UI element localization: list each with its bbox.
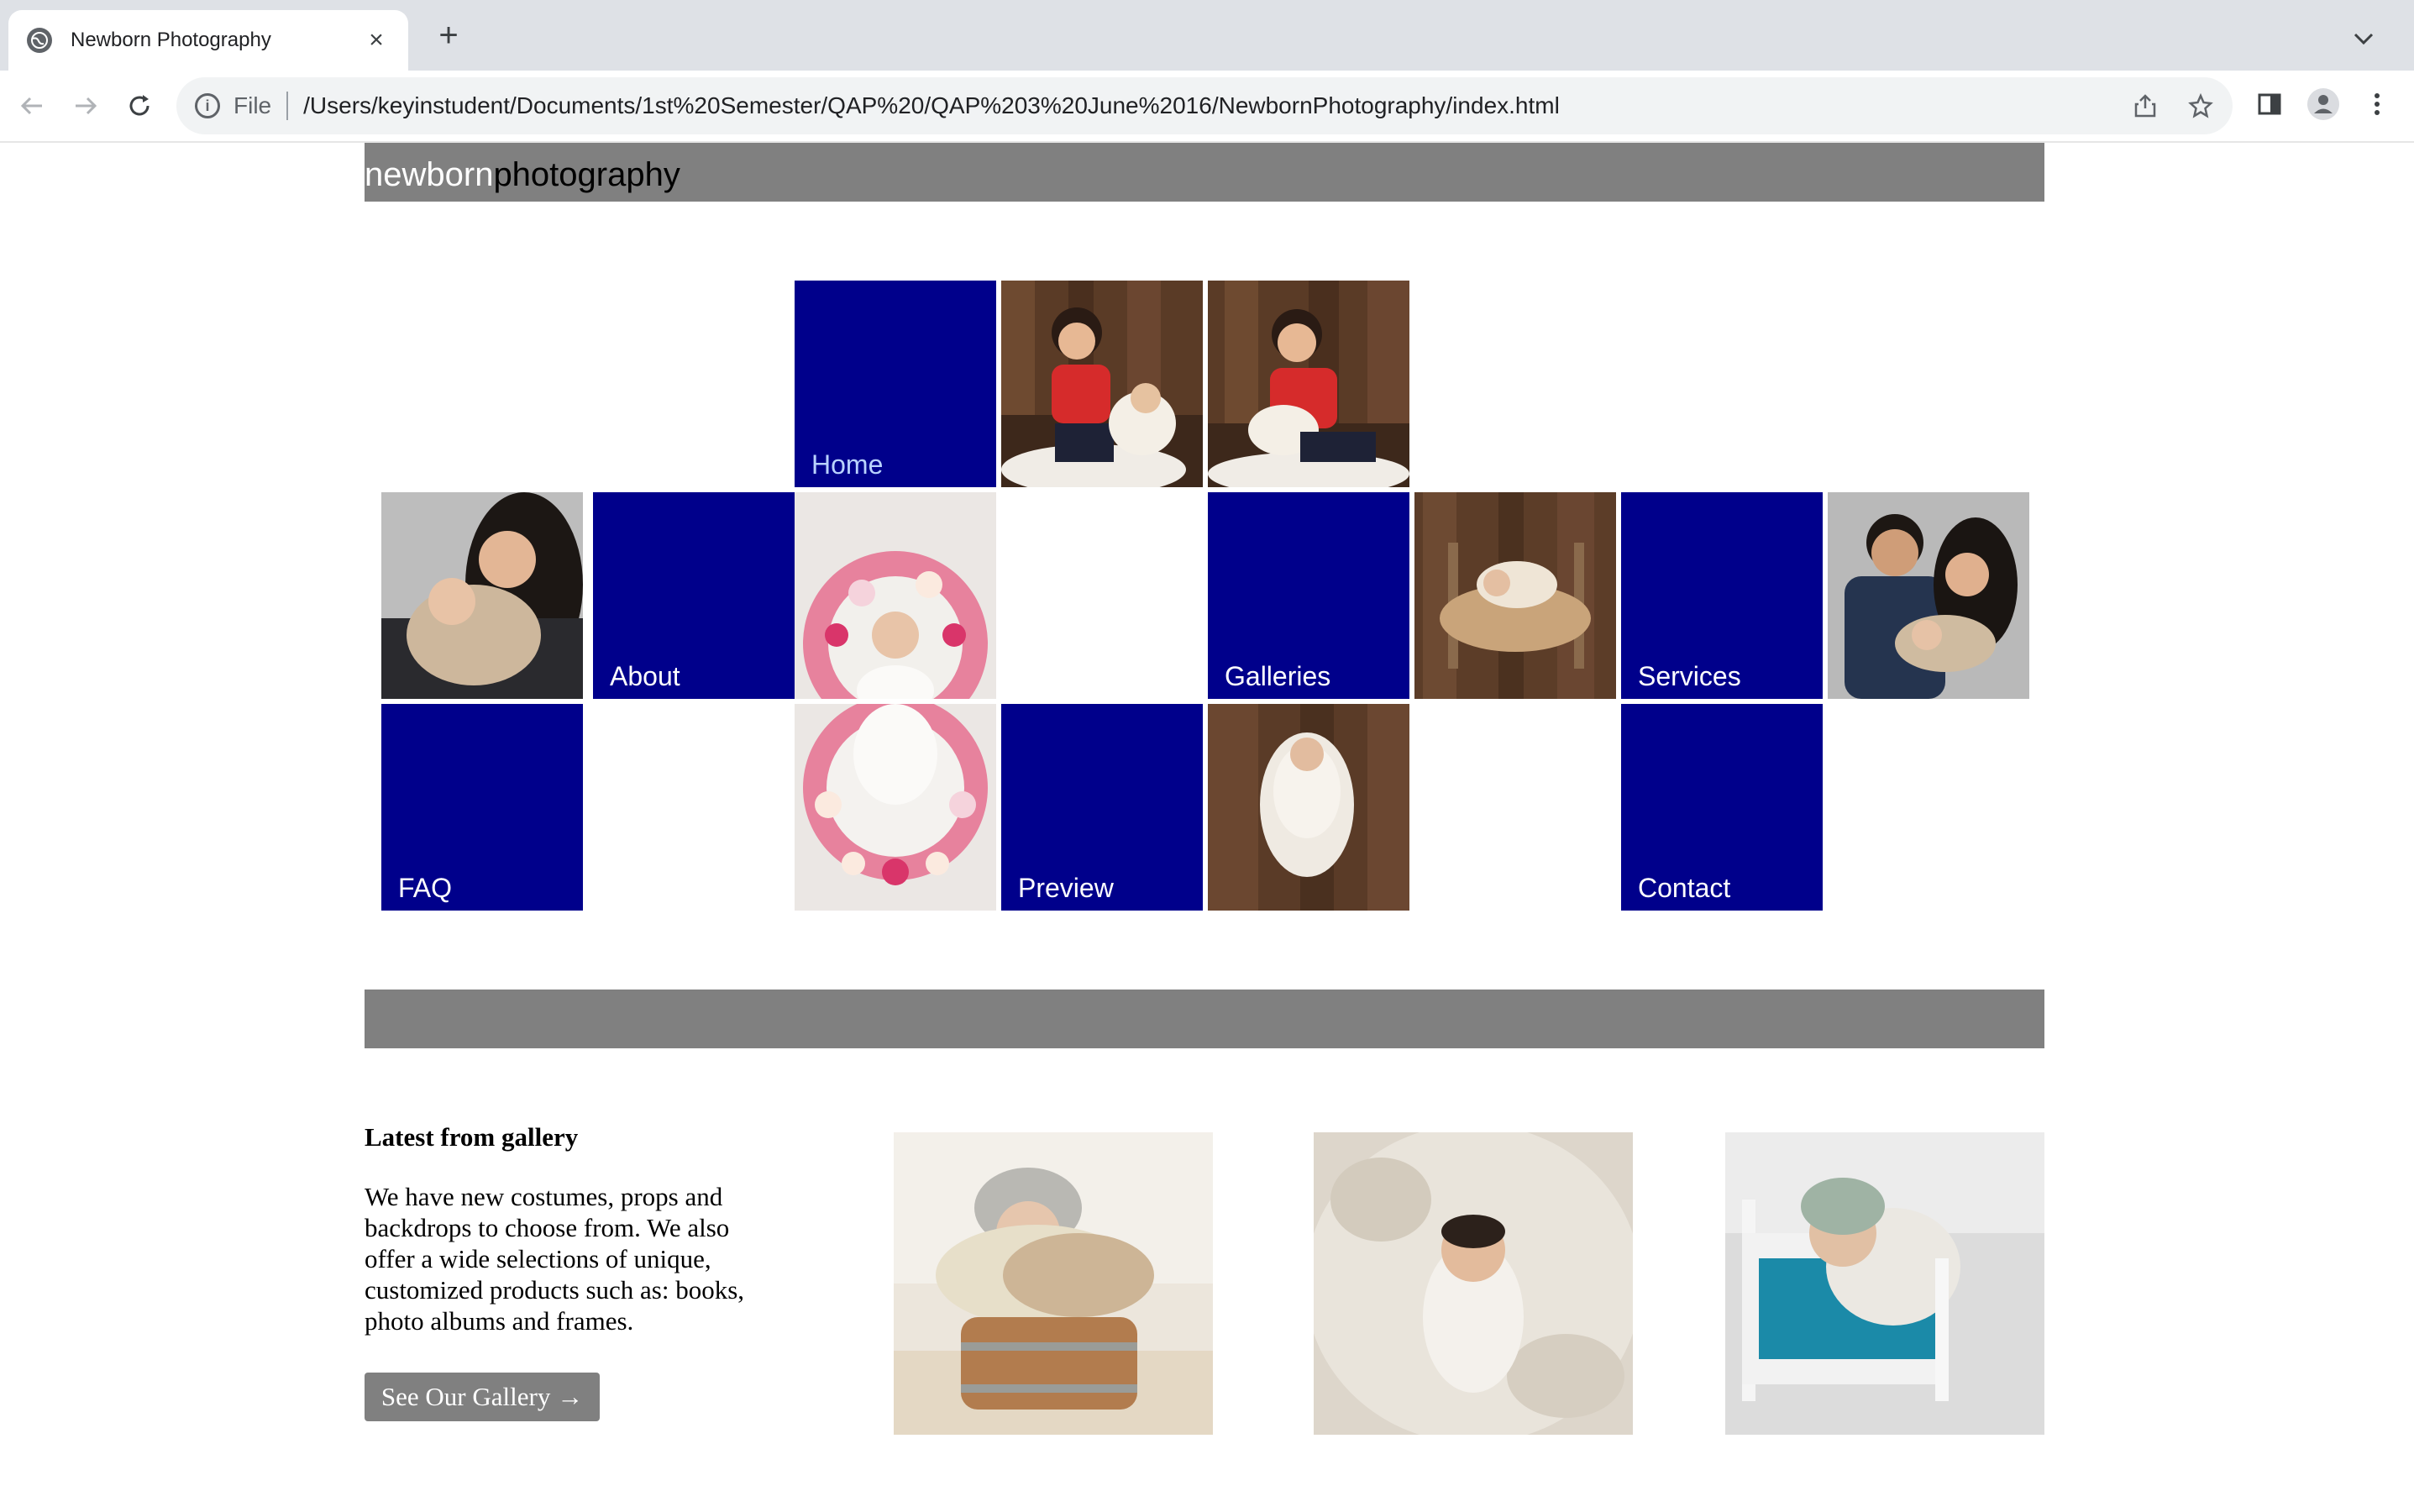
section-divider-bar bbox=[365, 990, 2044, 1048]
address-url[interactable]: /Users/keyinstudent/Documents/1st%20Seme… bbox=[303, 92, 1560, 119]
tab-title: Newborn Photography bbox=[71, 29, 271, 51]
close-tab-icon[interactable]: × bbox=[363, 26, 390, 54]
info-icon[interactable]: i bbox=[195, 93, 220, 118]
new-tab-icon[interactable]: + bbox=[433, 17, 464, 54]
nav-tile-home[interactable]: Home bbox=[795, 281, 996, 487]
browser-tab[interactable]: Newborn Photography × bbox=[8, 10, 408, 71]
profile-avatar-icon[interactable] bbox=[2306, 87, 2340, 121]
back-arrow-icon[interactable] bbox=[13, 87, 50, 124]
photo-tile-parents-baby bbox=[1828, 492, 2029, 699]
logo-newborn: newborn bbox=[365, 156, 494, 193]
nav-label-preview: Preview bbox=[1018, 873, 1114, 903]
site-header: newbornphotography bbox=[365, 143, 2044, 202]
nav-tile-services[interactable]: Services bbox=[1621, 492, 1823, 699]
gallery-image-basket[interactable] bbox=[894, 1132, 1213, 1435]
nav-label-galleries: Galleries bbox=[1225, 661, 1331, 691]
photo-tile-baby-bowl bbox=[1208, 704, 1409, 911]
forward-arrow-icon[interactable] bbox=[67, 87, 104, 124]
bookmark-star-icon[interactable] bbox=[2186, 91, 2216, 121]
nav-label-faq: FAQ bbox=[398, 873, 453, 903]
tab-strip: Newborn Photography × + bbox=[0, 0, 2414, 71]
nav-tile-faq[interactable]: FAQ bbox=[381, 704, 583, 911]
gallery-image-teal-bed[interactable] bbox=[1725, 1132, 2044, 1435]
latest-gallery-section: Latest from gallery We have new costumes… bbox=[365, 1122, 785, 1336]
photo-tile-siblings-hug bbox=[1001, 281, 1203, 487]
share-icon[interactable] bbox=[2130, 91, 2160, 121]
page-content: newbornphotography Home About Galleries … bbox=[0, 143, 2414, 1512]
address-separator bbox=[286, 92, 289, 120]
nav-label-services: Services bbox=[1638, 661, 1741, 691]
photo-tile-sibling-smile bbox=[1208, 281, 1409, 487]
latest-description: We have new costumes, props and backdrop… bbox=[365, 1182, 745, 1336]
side-panel-icon[interactable] bbox=[2253, 87, 2286, 121]
photo-tile-mother-baby bbox=[381, 492, 583, 699]
gallery-image-fur-wrap[interactable] bbox=[1314, 1132, 1633, 1435]
nav-label-contact: Contact bbox=[1638, 873, 1731, 903]
nav-label-about: About bbox=[610, 661, 680, 691]
tab-search-chevron-icon[interactable] bbox=[2348, 24, 2379, 54]
nav-tile-galleries[interactable]: Galleries bbox=[1208, 492, 1409, 699]
photo-tile-flower-wreath-top bbox=[795, 492, 996, 699]
site-logo[interactable]: newbornphotography bbox=[365, 158, 680, 192]
address-scheme: File bbox=[234, 92, 272, 118]
reload-icon[interactable] bbox=[121, 87, 158, 124]
logo-photography: photography bbox=[493, 156, 680, 193]
latest-heading: Latest from gallery bbox=[365, 1122, 579, 1152]
nav-label-home: Home bbox=[811, 449, 884, 480]
nav-tile-contact[interactable]: Contact bbox=[1621, 704, 1823, 911]
photo-tile-flower-wreath-bottom bbox=[795, 704, 996, 911]
nav-tile-preview[interactable]: Preview bbox=[1001, 704, 1203, 911]
photo-tile-baby-bed-fur bbox=[1414, 492, 1616, 699]
address-bar[interactable]: i File /Users/keyinstudent/Documents/1st… bbox=[176, 77, 2233, 134]
globe-icon bbox=[27, 28, 52, 53]
browser-toolbar: i File /Users/keyinstudent/Documents/1st… bbox=[0, 71, 2414, 143]
see-gallery-button[interactable]: See Our Gallery → bbox=[365, 1373, 600, 1421]
menu-kebab-icon[interactable] bbox=[2360, 87, 2394, 121]
nav-tile-about[interactable]: About bbox=[593, 492, 795, 699]
